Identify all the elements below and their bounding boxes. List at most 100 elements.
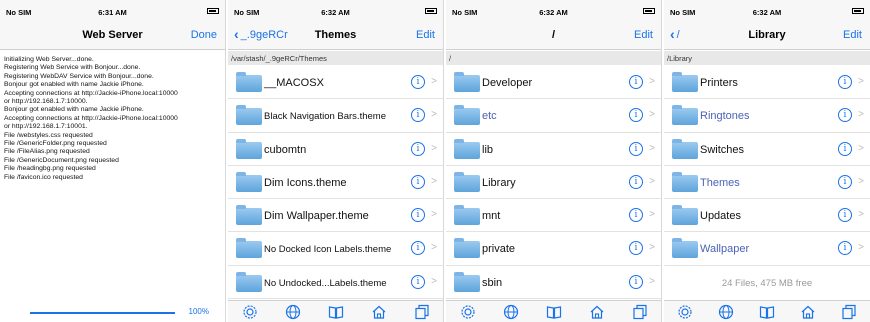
- folder-icon: [672, 171, 698, 192]
- list-item[interactable]: No Undocked...Labels.theme i >: [228, 266, 443, 300]
- chevron-right-icon: >: [858, 76, 864, 87]
- list-item[interactable]: Library i >: [446, 166, 661, 200]
- folder-icon: [236, 238, 262, 259]
- status-bar: No SIM 6:32 AM: [446, 0, 661, 22]
- gear-icon[interactable]: [242, 304, 258, 320]
- list-item[interactable]: __MACOSX i >: [228, 66, 443, 100]
- info-icon[interactable]: i: [838, 174, 852, 189]
- status-time: 6:32 AM: [321, 8, 350, 17]
- chevron-right-icon: >: [649, 275, 655, 287]
- list-item[interactable]: Ringtones i >: [664, 99, 870, 133]
- gear-icon[interactable]: [460, 304, 476, 320]
- folder-icon: [672, 205, 698, 226]
- info-icon[interactable]: i: [411, 274, 425, 289]
- list-item[interactable]: Dim Wallpaper.theme i >: [228, 199, 443, 233]
- globe-icon[interactable]: [503, 304, 519, 320]
- info-icon[interactable]: i: [411, 208, 425, 223]
- info-icon[interactable]: i: [629, 108, 643, 123]
- list-item[interactable]: Switches i >: [664, 133, 870, 166]
- battery-icon: [643, 6, 655, 15]
- library-screen: No SIM 6:32 AM ‹ / Library Edit /Library …: [664, 0, 870, 322]
- log-line: File /webstyles.css requested: [4, 131, 93, 139]
- list-item[interactable]: Black Navigation Bars.theme i >: [228, 99, 443, 133]
- item-label: mnt: [482, 210, 501, 223]
- list-item[interactable]: Themes i >: [664, 166, 870, 200]
- home-icon[interactable]: [371, 304, 387, 320]
- book-icon[interactable]: [328, 304, 344, 320]
- list-item[interactable]: Updates i >: [664, 199, 870, 233]
- item-label: Updates: [700, 210, 741, 223]
- list-item[interactable]: Printers i >: [664, 66, 870, 100]
- list-item[interactable]: Wallpaper i >: [664, 232, 870, 266]
- info-icon[interactable]: i: [838, 108, 852, 123]
- chevron-right-icon: >: [431, 209, 437, 221]
- folder-icon: [236, 72, 262, 92]
- list-item[interactable]: private i >: [446, 232, 661, 266]
- chevron-right-icon: >: [649, 242, 655, 254]
- folder-icon: [672, 105, 698, 126]
- list-item[interactable]: cubomtn i >: [228, 133, 443, 166]
- progress-label: 100%: [188, 307, 209, 316]
- edit-button[interactable]: Edit: [634, 29, 653, 41]
- list-item[interactable]: sbin i >: [446, 266, 661, 300]
- edit-button[interactable]: Edit: [843, 29, 862, 41]
- info-icon[interactable]: i: [629, 241, 643, 256]
- info-icon[interactable]: i: [629, 208, 643, 223]
- progress-bar: [30, 312, 175, 314]
- info-icon[interactable]: i: [629, 274, 643, 289]
- chevron-right-icon: >: [431, 242, 437, 254]
- list-item[interactable]: Developer i >: [446, 66, 661, 100]
- book-icon[interactable]: [546, 304, 562, 320]
- info-icon[interactable]: i: [411, 108, 425, 123]
- item-label: Themes: [700, 176, 740, 189]
- windows-icon[interactable]: [632, 304, 648, 320]
- file-list: Developer i > etc i > lib i > Library i > mnt i > priva…: [446, 66, 661, 300]
- list-item[interactable]: No Docked Icon Labels.theme i >: [228, 232, 443, 266]
- chevron-right-icon: >: [431, 142, 437, 154]
- info-icon[interactable]: i: [411, 75, 425, 89]
- book-icon[interactable]: [759, 304, 775, 320]
- log-line: File /favicon.ico requested: [4, 173, 83, 181]
- item-label: private: [482, 243, 516, 256]
- info-icon[interactable]: i: [838, 241, 852, 256]
- info-icon[interactable]: i: [411, 241, 425, 256]
- home-icon[interactable]: [589, 304, 605, 320]
- windows-icon[interactable]: [414, 304, 430, 320]
- list-item[interactable]: lib i >: [446, 133, 661, 166]
- done-button[interactable]: Done: [191, 29, 217, 41]
- edit-button[interactable]: Edit: [416, 29, 435, 41]
- globe-icon[interactable]: [285, 304, 301, 320]
- info-icon[interactable]: i: [629, 75, 643, 89]
- chevron-right-icon: >: [858, 142, 864, 154]
- info-icon[interactable]: i: [838, 75, 852, 89]
- info-icon[interactable]: i: [838, 208, 852, 223]
- chevron-right-icon: >: [858, 175, 864, 187]
- web-server-screen: No SIM 6:31 AM Web Server Done Initializ…: [0, 0, 226, 322]
- info-icon[interactable]: i: [629, 174, 643, 189]
- info-icon[interactable]: i: [411, 141, 425, 156]
- info-icon[interactable]: i: [411, 174, 425, 189]
- log-line: Registering Web Service with Bonjour...d…: [4, 64, 141, 72]
- list-item[interactable]: etc i >: [446, 99, 661, 133]
- globe-icon[interactable]: [718, 304, 734, 320]
- chevron-right-icon: >: [649, 109, 655, 121]
- info-icon[interactable]: i: [838, 141, 852, 156]
- status-bar: No SIM 6:31 AM: [0, 0, 225, 22]
- folder-icon: [454, 271, 480, 292]
- nav-bar: / Edit: [446, 22, 661, 50]
- info-icon[interactable]: i: [629, 141, 643, 156]
- page-title: Library: [748, 29, 786, 41]
- item-label: Dim Icons.theme: [264, 176, 347, 189]
- progress-fill: [30, 312, 175, 314]
- folder-icon: [672, 72, 698, 92]
- list-item[interactable]: mnt i >: [446, 199, 661, 233]
- nav-bar: ‹ / Library Edit: [664, 22, 870, 50]
- gear-icon[interactable]: [677, 304, 693, 320]
- nav-bar: Web Server Done: [0, 22, 225, 50]
- tab-bar: [228, 300, 443, 322]
- path-bar: /Library: [664, 51, 870, 65]
- home-icon[interactable]: [800, 304, 816, 320]
- list-item[interactable]: Dim Icons.theme i >: [228, 166, 443, 200]
- windows-icon[interactable]: [841, 304, 857, 320]
- chevron-right-icon: >: [649, 142, 655, 154]
